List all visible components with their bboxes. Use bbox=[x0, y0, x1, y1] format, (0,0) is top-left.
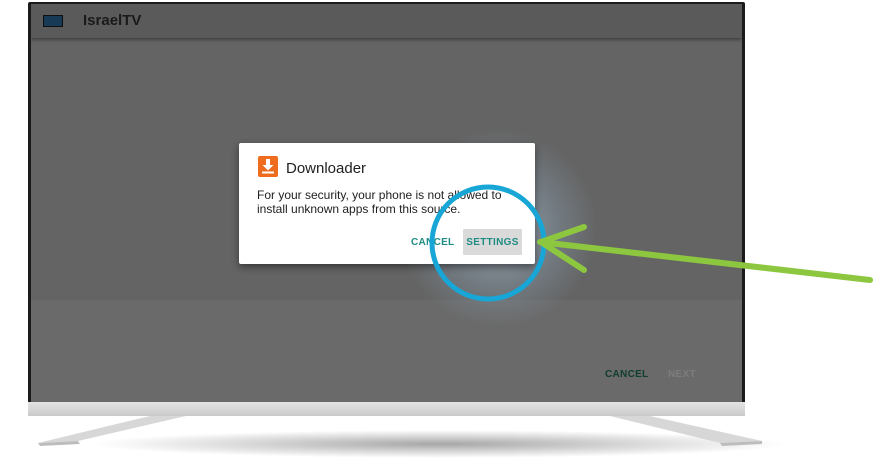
highlight-circle bbox=[429, 184, 547, 302]
arrow-annotation bbox=[537, 224, 873, 283]
tv-stand bbox=[38, 416, 762, 446]
annotation-overlay bbox=[38, 184, 873, 446]
